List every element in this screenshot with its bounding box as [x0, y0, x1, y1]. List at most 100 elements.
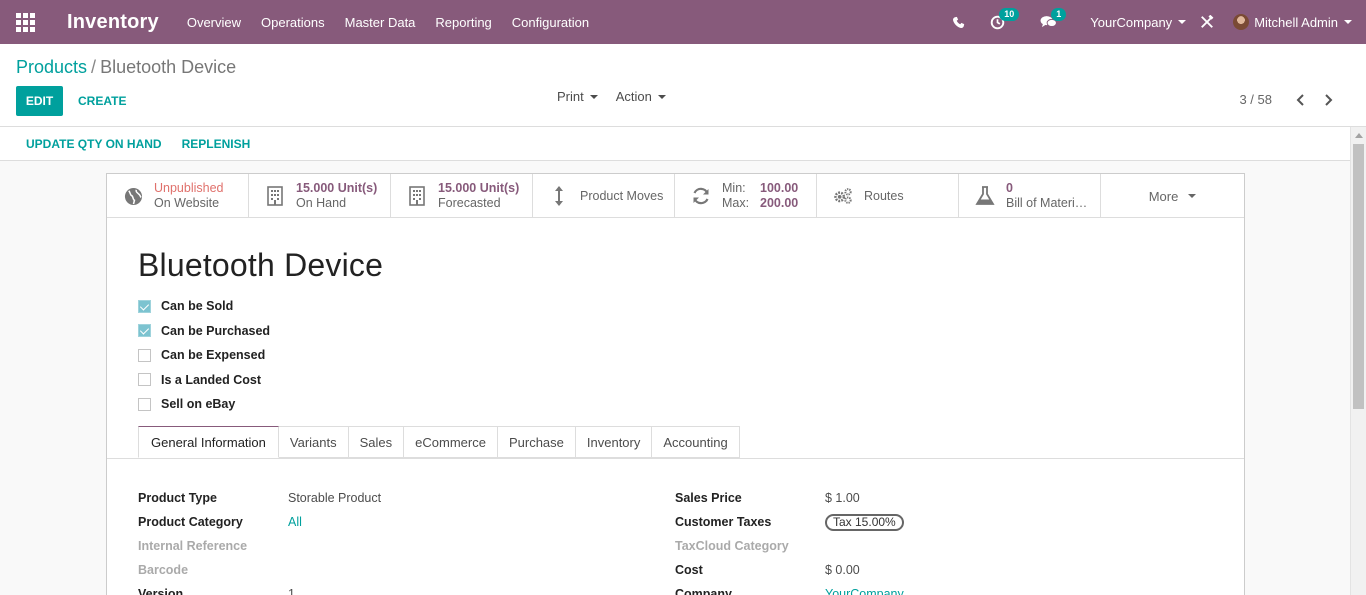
product-moves-button[interactable]: Product Moves — [533, 174, 675, 218]
pager-value[interactable]: 3 / 58 — [1239, 92, 1272, 107]
field-sales-price: Sales Price $ 1.00 — [675, 486, 904, 510]
chevron-down-icon — [1188, 194, 1197, 198]
update-qty-button[interactable]: UPDATE QTY ON HAND — [26, 137, 162, 151]
tab-accounting[interactable]: Accounting — [652, 426, 740, 458]
website-status-button[interactable]: Unpublished On Website — [107, 174, 249, 218]
print-dropdown[interactable]: Print — [557, 89, 598, 104]
forecasted-button[interactable]: 15.000 Unit(s) Forecasted — [391, 174, 533, 218]
on-hand-value: 15.000 Unit(s) — [296, 181, 378, 195]
apps-grid-icon[interactable] — [0, 0, 50, 44]
can-be-expensed-checkbox[interactable] — [138, 348, 151, 362]
tab-inventory[interactable]: Inventory — [575, 426, 653, 458]
replenish-button[interactable]: REPLENISH — [182, 137, 251, 151]
app-title[interactable]: Inventory — [67, 11, 159, 34]
max-value: 200.00 — [760, 196, 799, 210]
on-hand-button[interactable]: 15.000 Unit(s) On Hand — [249, 174, 391, 218]
bill-of-materials-button[interactable]: 0 Bill of Materi… — [959, 174, 1101, 218]
reordering-rules-button[interactable]: Min: 100.00 Max: 200.00 — [675, 174, 817, 218]
tab-purchase[interactable]: Purchase — [497, 426, 576, 458]
chevron-left-icon[interactable] — [1286, 93, 1314, 106]
routes-label: Routes — [864, 188, 904, 203]
website-status: Unpublished — [154, 181, 224, 195]
field-barcode: Barcode — [138, 558, 381, 582]
activity-badge: 10 — [999, 7, 1020, 21]
company-link[interactable]: YourCompany — [825, 587, 904, 595]
building-icon — [407, 184, 427, 208]
scroll-thumb[interactable] — [1353, 144, 1364, 409]
breadcrumb: Products / Bluetooth Device — [16, 57, 236, 78]
min-value: 100.00 — [760, 181, 799, 195]
action-label: Action — [615, 89, 652, 104]
landed-cost-checkbox[interactable] — [138, 373, 151, 387]
option-label: Is a Landed Cost — [161, 372, 262, 387]
chevron-down-icon — [1178, 20, 1187, 24]
user-menu[interactable]: Mitchell Admin — [1233, 14, 1352, 30]
routes-button[interactable]: Routes — [817, 174, 959, 218]
option-can-be-sold: Can be Sold — [138, 294, 270, 319]
menu-operations[interactable]: Operations — [261, 15, 325, 30]
cost-value[interactable]: $ 0.00 — [825, 563, 860, 577]
messages-badge: 1 — [1051, 8, 1067, 21]
menu-reporting[interactable]: Reporting — [435, 15, 491, 30]
product-type-value[interactable]: Storable Product — [288, 491, 381, 505]
phone-icon[interactable] — [952, 16, 965, 29]
tab-variants[interactable]: Variants — [278, 426, 349, 458]
min-label: Min: — [722, 181, 746, 195]
tab-ecommerce[interactable]: eCommerce — [404, 426, 498, 458]
field-label: Version — [138, 587, 184, 595]
tools-icon[interactable] — [1200, 15, 1214, 29]
field-product-category: Product Category All — [138, 510, 381, 534]
top-navbar: Inventory Overview Operations Master Dat… — [0, 0, 1366, 44]
option-label: Can be Sold — [161, 299, 234, 314]
product-moves-label: Product Moves — [580, 188, 664, 203]
field-label: Barcode — [138, 563, 189, 577]
smart-button-box: Unpublished On Website 15.000 Unit(s) On… — [107, 174, 1244, 218]
create-button[interactable]: CREATE — [78, 86, 126, 116]
product-category-link[interactable]: All — [288, 515, 302, 529]
tab-sales[interactable]: Sales — [348, 426, 405, 458]
field-label: TaxCloud Category — [675, 539, 789, 553]
scrollbar[interactable] — [1350, 127, 1366, 595]
more-label: More — [1148, 188, 1179, 204]
menu-configuration[interactable]: Configuration — [512, 15, 589, 30]
can-be-sold-checkbox[interactable] — [138, 299, 151, 313]
breadcrumb-separator: / — [91, 57, 97, 77]
tax-tag[interactable]: Tax 15.00% — [825, 513, 904, 531]
menu-master-data[interactable]: Master Data — [345, 15, 416, 30]
field-label: Company — [675, 587, 732, 595]
refresh-icon — [691, 184, 711, 208]
chat-icon[interactable]: 1 — [1040, 8, 1067, 29]
option-label: Can be Expensed — [161, 348, 266, 363]
notebook-tabs: General Information Variants Sales eComm… — [138, 426, 740, 458]
option-label: Sell on eBay — [161, 397, 236, 412]
max-label: Max: — [722, 196, 750, 210]
product-options: Can be Sold Can be Purchased Can be Expe… — [138, 294, 270, 417]
can-be-purchased-checkbox[interactable] — [138, 324, 151, 338]
activity-clock-icon[interactable]: 10 — [990, 7, 1020, 30]
tab-general-information[interactable]: General Information — [138, 426, 279, 458]
chevron-right-icon[interactable] — [1314, 93, 1342, 106]
bom-label: Bill of Materi… — [1006, 196, 1088, 210]
main-menu: Overview Operations Master Data Reportin… — [187, 15, 609, 30]
version-value[interactable]: 1 — [288, 587, 295, 595]
chevron-down-icon — [657, 94, 666, 99]
company-switcher[interactable]: YourCompany — [1090, 15, 1187, 30]
option-label: Can be Purchased — [161, 323, 271, 338]
menu-overview[interactable]: Overview — [187, 15, 241, 30]
sales-price-value[interactable]: $ 1.00 — [825, 491, 860, 505]
form-statusbar: UPDATE QTY ON HAND REPLENISH — [0, 127, 1350, 161]
gears-icon — [833, 184, 853, 208]
print-label: Print — [557, 89, 584, 104]
general-info-left: Product Type Storable Product Product Cat… — [138, 486, 381, 595]
action-dropdown[interactable]: Action — [616, 89, 666, 104]
chevron-down-icon — [589, 94, 598, 99]
sell-on-ebay-checkbox[interactable] — [138, 397, 151, 411]
more-dropdown[interactable]: More — [1101, 174, 1244, 218]
chevron-down-icon — [1344, 20, 1352, 24]
field-label: Sales Price — [675, 491, 742, 505]
edit-button[interactable]: EDIT — [16, 86, 63, 116]
breadcrumb-products[interactable]: Products — [16, 57, 87, 77]
product-name[interactable]: Bluetooth Device — [138, 247, 383, 284]
field-product-type: Product Type Storable Product — [138, 486, 381, 510]
scroll-up-arrow[interactable] — [1355, 133, 1363, 138]
